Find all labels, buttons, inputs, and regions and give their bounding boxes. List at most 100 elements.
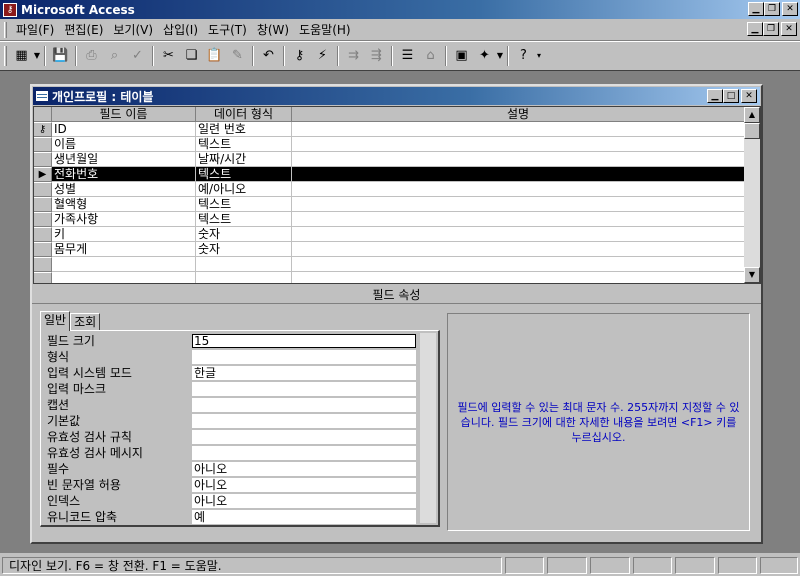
property-row[interactable]: 유니코드 압축 예 (45, 509, 434, 525)
column-header-description[interactable]: 설명 (292, 107, 745, 122)
description-cell[interactable] (292, 182, 745, 197)
property-row[interactable]: 형식 (45, 349, 434, 365)
menu-grip[interactable] (4, 21, 7, 38)
spelling-icon[interactable]: ✓ (126, 45, 149, 67)
data-type-cell[interactable]: 텍스트 (196, 212, 292, 227)
validation-rule-input[interactable] (192, 429, 416, 445)
menu-window[interactable]: 창(W) (252, 20, 294, 40)
close-button[interactable]: ✕ (782, 2, 798, 16)
field-name-cell[interactable]: 몸무게 (52, 242, 196, 257)
row-selector[interactable] (34, 242, 52, 257)
description-cell[interactable] (292, 257, 745, 272)
property-row[interactable]: 필수 아니오 (45, 461, 434, 477)
table-row[interactable] (34, 272, 745, 283)
app-title-bar[interactable]: ⚷ Microsoft Access ▁ ❐ ✕ (0, 0, 800, 19)
description-cell[interactable] (292, 122, 745, 137)
table-row[interactable]: 생년월일 날짜/시간 (34, 152, 745, 167)
row-selector[interactable] (34, 212, 52, 227)
indexed-input[interactable]: 아니오 (192, 493, 416, 509)
table-row[interactable]: 몸무게 숫자 (34, 242, 745, 257)
restore-button[interactable]: ❐ (764, 2, 780, 16)
data-type-cell[interactable]: 날짜/시간 (196, 152, 292, 167)
properties-scrollbar[interactable] (420, 333, 436, 523)
data-type-cell[interactable]: 텍스트 (196, 137, 292, 152)
table-row[interactable]: 가족사항 텍스트 (34, 212, 745, 227)
validation-text-input[interactable] (192, 445, 416, 461)
row-selector[interactable] (34, 272, 52, 283)
description-cell[interactable] (292, 137, 745, 152)
data-type-cell[interactable] (196, 272, 292, 283)
table-row[interactable]: 이름 텍스트 (34, 137, 745, 152)
delete-rows-icon[interactable]: ⇶ (365, 45, 388, 67)
field-name-cell[interactable] (52, 272, 196, 283)
column-header-field-name[interactable]: 필드 이름 (52, 107, 196, 122)
field-name-cell[interactable]: 생년월일 (52, 152, 196, 167)
table-window-title-bar[interactable]: 개인프로필 : 테이블 ▁ □ ✕ (33, 87, 760, 105)
menu-insert[interactable]: 삽입(I) (158, 20, 203, 40)
required-input[interactable]: 아니오 (192, 461, 416, 477)
table-row[interactable] (34, 257, 745, 272)
property-row[interactable]: 유효성 검사 메시지 (45, 445, 434, 461)
access-key-icon[interactable]: ⚷ (3, 2, 17, 17)
format-input[interactable] (192, 349, 416, 365)
description-cell[interactable] (292, 227, 745, 242)
property-row[interactable]: 인덱스 아니오 (45, 493, 434, 509)
data-type-cell[interactable]: 일련 번호 (196, 122, 292, 137)
menu-help[interactable]: 도움말(H) (294, 20, 356, 40)
build-wizard-icon[interactable]: ⌂ (419, 45, 442, 67)
properties-icon[interactable]: ☰ (396, 45, 419, 67)
print-preview-icon[interactable]: ⌕ (103, 45, 126, 67)
grid-corner[interactable] (34, 107, 52, 122)
field-name-cell[interactable] (52, 257, 196, 272)
scroll-thumb[interactable] (744, 123, 760, 139)
row-selector[interactable] (34, 137, 52, 152)
description-cell[interactable] (292, 152, 745, 167)
field-name-cell[interactable]: 전화번호 (52, 167, 196, 182)
doc-close-button[interactable]: ✕ (781, 22, 797, 36)
property-row[interactable]: 캡션 (45, 397, 434, 413)
field-name-cell[interactable]: 성별 (52, 182, 196, 197)
insert-rows-icon[interactable]: ⇉ (342, 45, 365, 67)
property-row[interactable]: 입력 마스크 (45, 381, 434, 397)
menu-edit[interactable]: 편집(E) (59, 20, 108, 40)
table-row[interactable]: ⚷ ID 일련 번호 (34, 122, 745, 137)
table-row[interactable]: 키 숫자 (34, 227, 745, 242)
caption-input[interactable] (192, 397, 416, 413)
minimize-button[interactable]: ▁ (748, 2, 764, 16)
primary-key-icon[interactable]: ⚷ (34, 122, 52, 137)
allow-zero-length-input[interactable]: 아니오 (192, 477, 416, 493)
property-row[interactable]: 필드 크기 15 (45, 333, 434, 349)
scroll-down-icon[interactable]: ▼ (744, 267, 760, 283)
row-selector[interactable] (34, 227, 52, 242)
grid-vertical-scrollbar[interactable]: ▲ ▼ (744, 107, 760, 283)
table-maximize-button[interactable]: □ (723, 89, 739, 103)
row-selector[interactable] (34, 197, 52, 212)
menu-view[interactable]: 보기(V) (108, 20, 158, 40)
print-icon[interactable]: ⎙ (80, 45, 103, 67)
database-window-icon[interactable]: ▣ (450, 45, 473, 67)
copy-icon[interactable]: ❏ (180, 45, 203, 67)
input-mask-input[interactable] (192, 381, 416, 397)
tab-general[interactable]: 일반 (40, 311, 71, 331)
menu-file[interactable]: 파일(F) (11, 20, 59, 40)
default-value-input[interactable] (192, 413, 416, 429)
field-size-input[interactable]: 15 (192, 333, 416, 349)
view-dropdown-icon[interactable]: ▼ (33, 51, 41, 60)
build-icon[interactable]: ⚡ (311, 45, 334, 67)
doc-restore-button[interactable]: ❐ (763, 22, 779, 36)
paste-icon[interactable]: 📋 (203, 45, 226, 67)
toolbar-options-icon[interactable]: ▾ (535, 51, 543, 60)
row-selector[interactable] (34, 152, 52, 167)
property-row[interactable]: 입력 시스템 모드 한글 (45, 365, 434, 381)
data-type-cell[interactable]: 숫자 (196, 242, 292, 257)
save-icon[interactable]: 💾 (49, 45, 72, 67)
table-row[interactable]: 성별 예/아니오 (34, 182, 745, 197)
data-type-cell[interactable] (196, 257, 292, 272)
help-icon[interactable]: ? (512, 45, 535, 67)
new-object-icon[interactable]: ✦ (473, 45, 496, 67)
data-type-cell[interactable]: 예/아니오 (196, 182, 292, 197)
data-type-cell[interactable]: 숫자 (196, 227, 292, 242)
description-cell[interactable] (292, 212, 745, 227)
table-close-button[interactable]: ✕ (741, 89, 757, 103)
ime-mode-input[interactable]: 한글 (192, 365, 416, 381)
